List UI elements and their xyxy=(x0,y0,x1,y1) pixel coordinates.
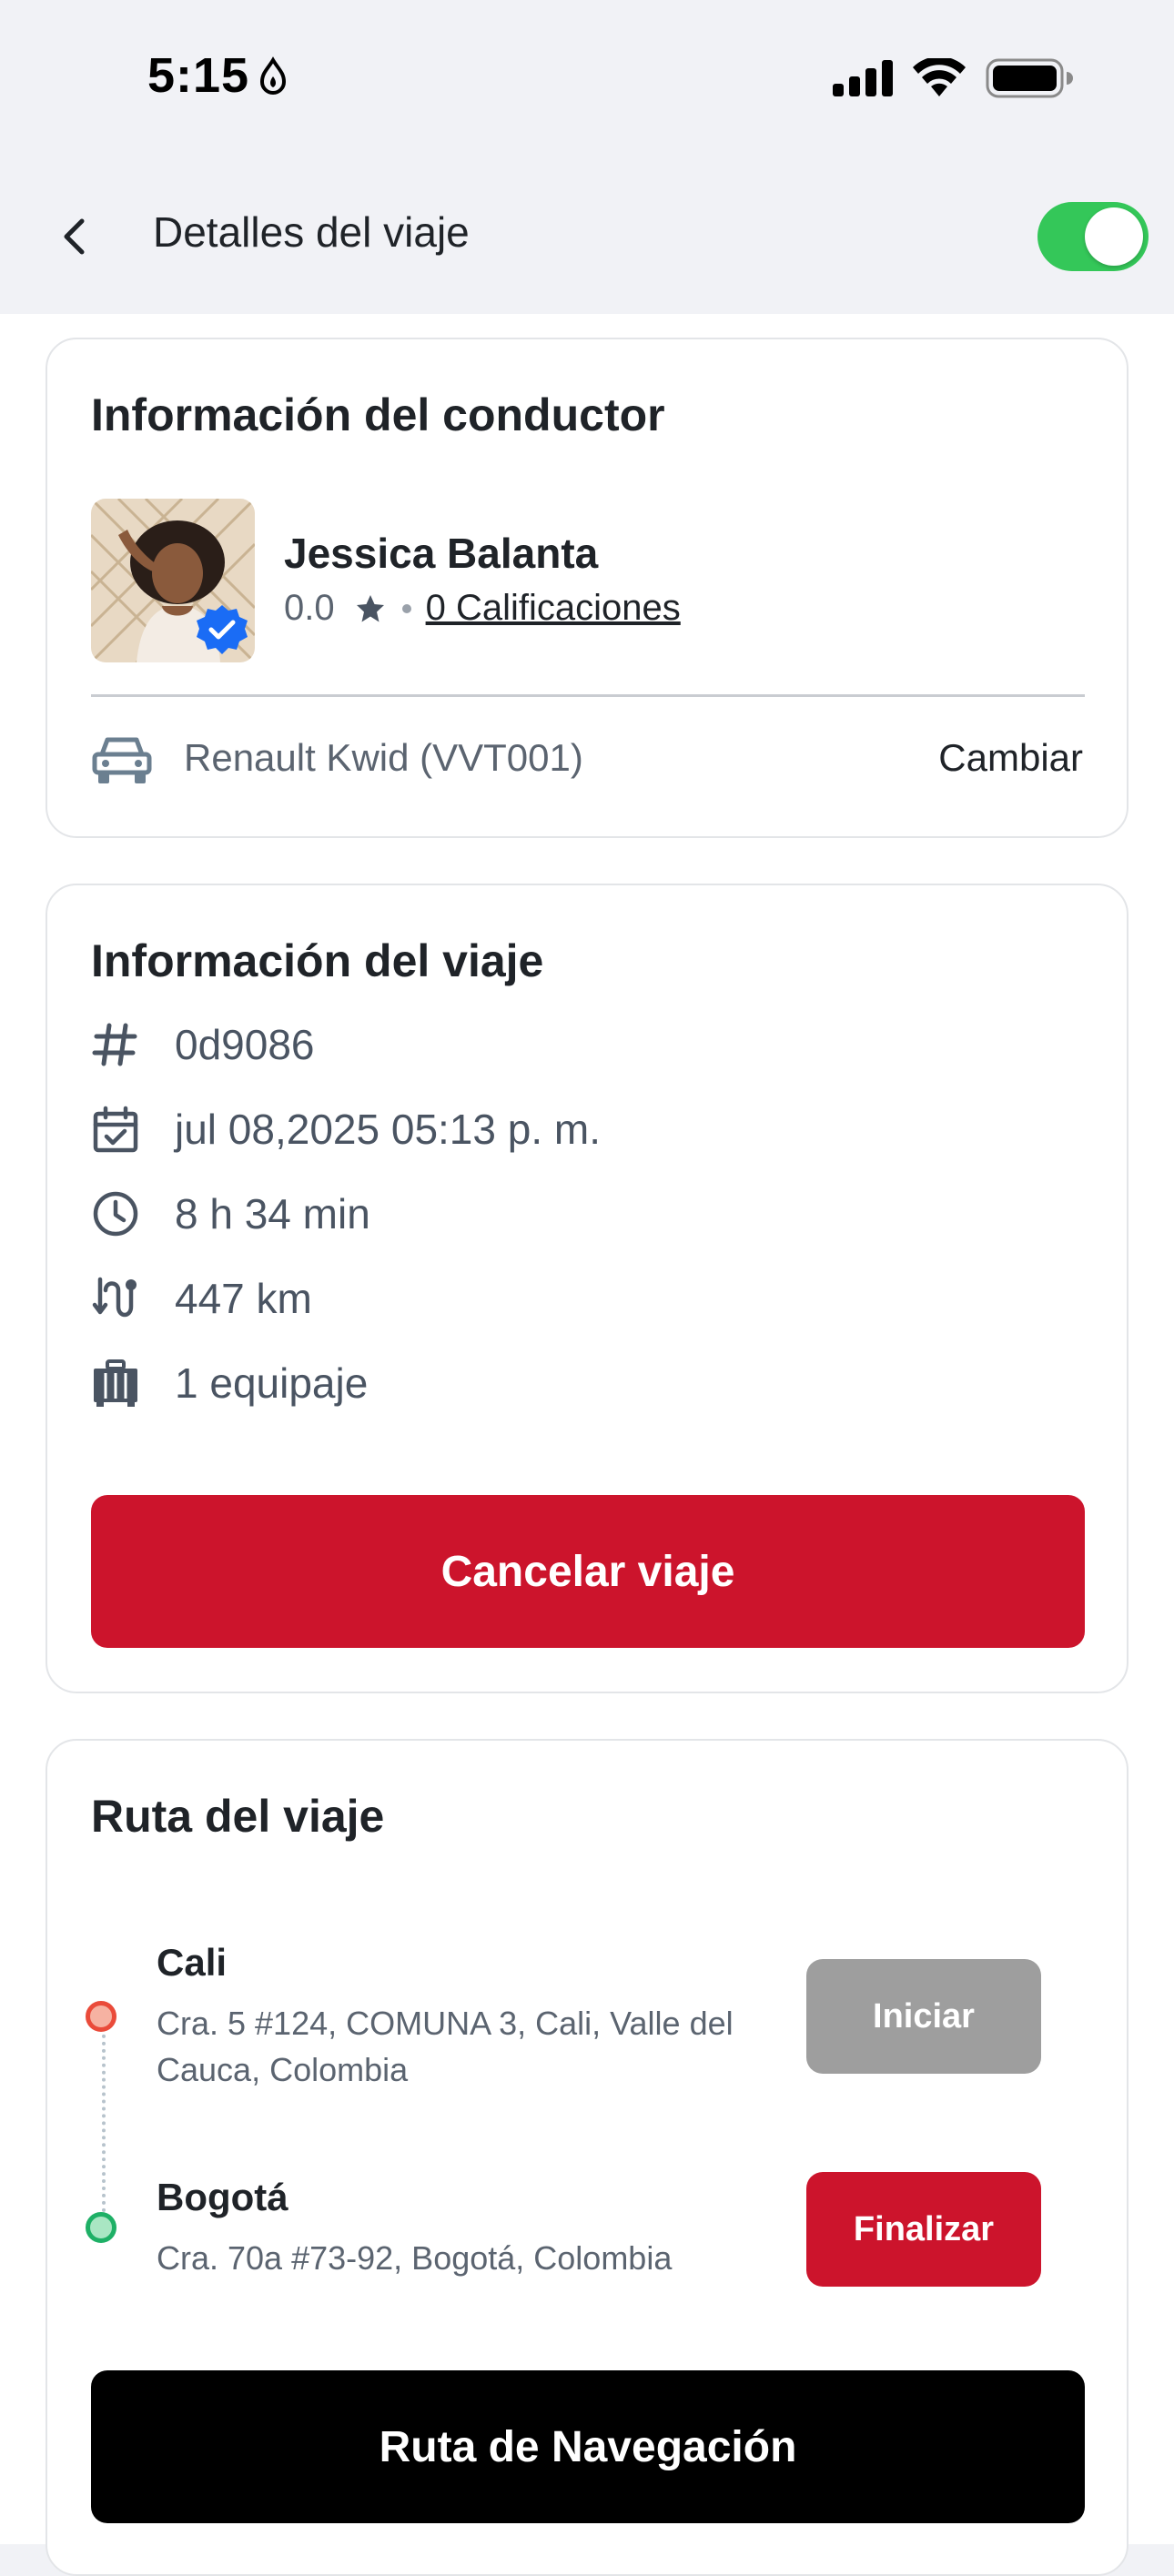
trip-date: jul 08,2025 05:13 p. m. xyxy=(175,1106,601,1153)
finish-trip-button[interactable]: Finalizar xyxy=(806,2172,1041,2287)
hash-icon xyxy=(92,1023,137,1066)
trip-luggage-row: 1 equipaje xyxy=(91,1359,368,1408)
rating-value: 0.0 xyxy=(284,588,335,628)
back-arrow-icon[interactable] xyxy=(53,214,98,259)
trip-distance-row: 447 km xyxy=(91,1274,312,1323)
origin-address: Cra. 5 #124, COMUNA 3, Cali, Valle del C… xyxy=(157,2005,734,2088)
verified-badge-icon xyxy=(197,605,248,654)
focus-icon xyxy=(259,56,287,95)
destination-address: Cra. 70a #73-92, Bogotá, Colombia xyxy=(157,2239,673,2277)
trip-distance: 447 km xyxy=(175,1275,312,1322)
route-icon xyxy=(92,1277,137,1318)
vehicle-label: Renault Kwid (VVT001) xyxy=(184,736,583,779)
trip-date-row: jul 08,2025 05:13 p. m. xyxy=(91,1105,601,1154)
trip-info-card: Información del viaje 0d9086 jul 08,2025… xyxy=(46,884,1128,1693)
trip-luggage: 1 equipaje xyxy=(175,1359,369,1407)
calendar-check-icon xyxy=(93,1106,138,1153)
origin-city: Cali xyxy=(157,1941,228,1984)
trip-card-title: Información del viaje xyxy=(91,935,544,986)
driver-rating-row: 0.0 0 Calificaciones xyxy=(284,588,681,629)
navigation-route-button[interactable]: Ruta de Navegación xyxy=(91,2370,1085,2523)
wifi-icon xyxy=(913,58,966,96)
trip-id: 0d9086 xyxy=(175,1021,315,1068)
luggage-icon xyxy=(94,1359,137,1407)
destination-city: Bogotá xyxy=(157,2176,288,2218)
driver-info-card: Información del conductor Jessica Balant… xyxy=(46,338,1128,838)
origin-pin-icon xyxy=(86,2001,116,2032)
trip-route-card: Ruta del viaje Cali Cra. 5 #124, COMUNA … xyxy=(46,1739,1128,2576)
battery-icon xyxy=(986,58,1073,98)
separator-dot xyxy=(401,603,411,613)
toggle-knob xyxy=(1085,207,1143,266)
clock-icon xyxy=(93,1191,138,1237)
route-card-title: Ruta del viaje xyxy=(91,1791,385,1842)
availability-toggle[interactable] xyxy=(1037,202,1149,271)
route-connector-line xyxy=(102,2020,106,2234)
star-icon xyxy=(356,594,384,621)
card-divider xyxy=(91,694,1085,697)
driver-name: Jessica Balanta xyxy=(284,530,599,577)
page-title: Detalles del viaje xyxy=(153,208,470,256)
cellular-signal-icon xyxy=(833,60,893,96)
car-icon xyxy=(92,737,152,783)
trip-duration: 8 h 34 min xyxy=(175,1190,370,1237)
cancel-trip-button[interactable]: Cancelar viaje xyxy=(91,1495,1085,1648)
trip-duration-row: 8 h 34 min xyxy=(91,1189,370,1238)
status-time: 5:15 xyxy=(147,48,250,103)
status-bar: 5:15 xyxy=(0,0,1174,155)
ratings-link[interactable]: 0 Calificaciones xyxy=(426,588,681,629)
destination-pin-icon xyxy=(86,2212,116,2243)
driver-card-title: Información del conductor xyxy=(91,389,665,440)
start-trip-button[interactable]: Iniciar xyxy=(806,1959,1041,2074)
change-vehicle-button[interactable]: Cambiar xyxy=(938,736,1083,780)
trip-id-row: 0d9086 xyxy=(91,1020,315,1069)
